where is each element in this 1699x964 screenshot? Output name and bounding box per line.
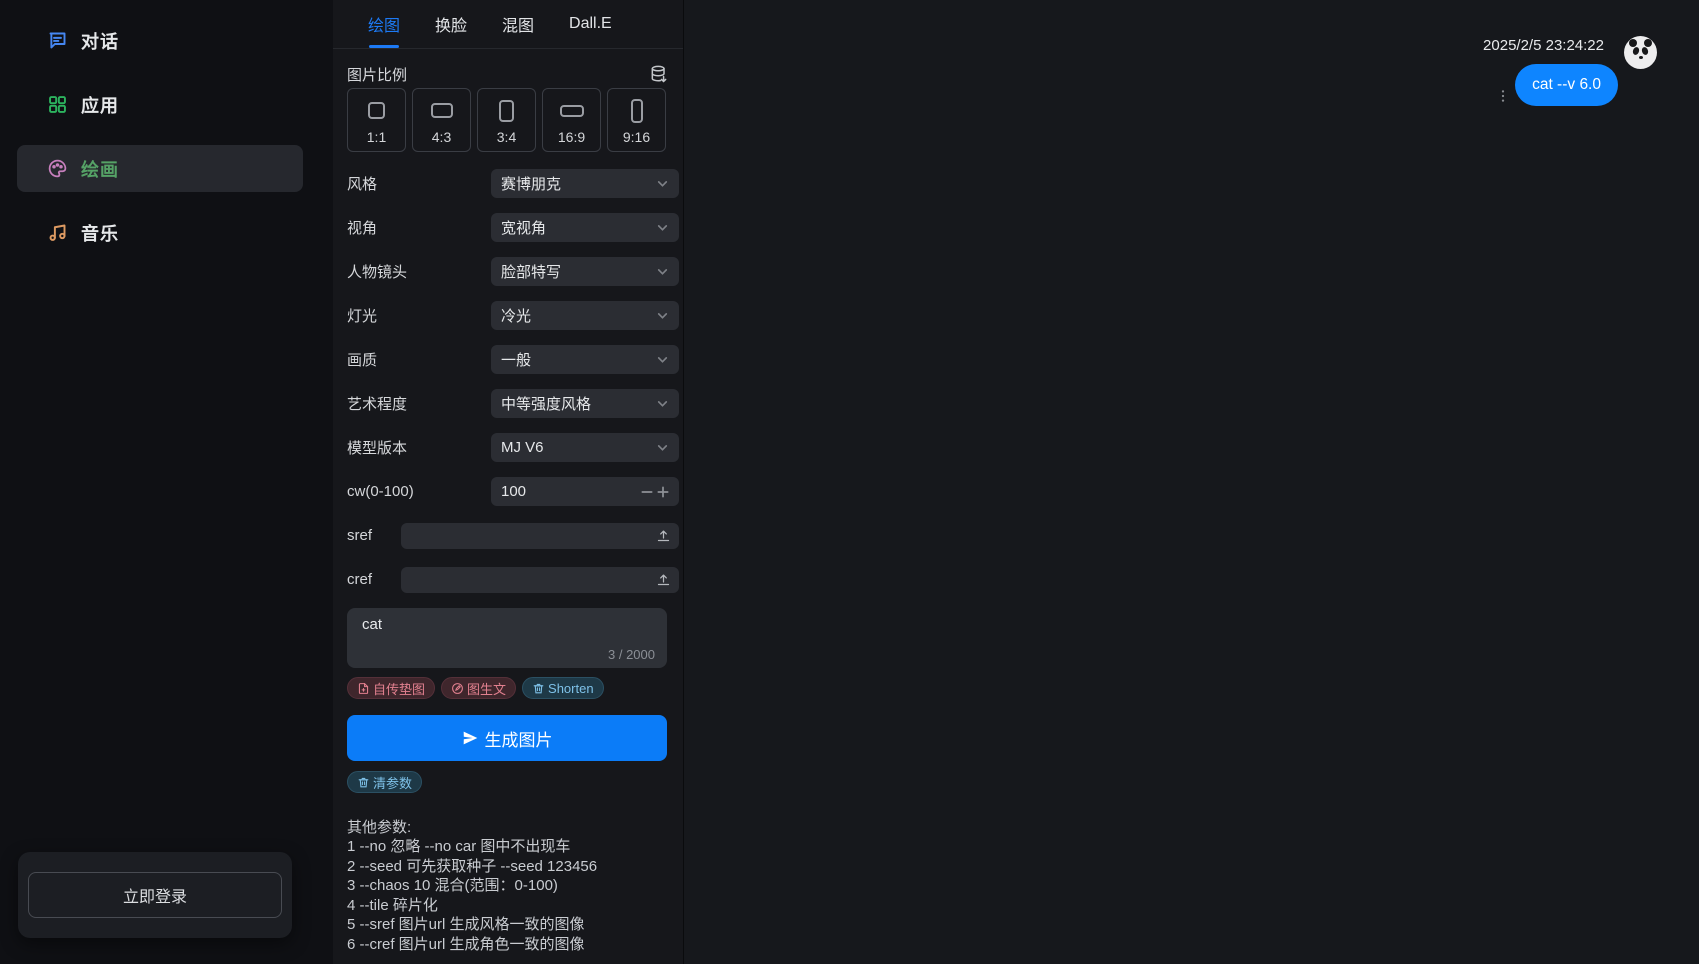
chat-bubble-icon — [47, 30, 68, 51]
model-version-label: 模型版本 — [347, 437, 407, 458]
tab-face-swap[interactable]: 换脸 — [435, 0, 467, 48]
user-message-bubble: cat --v 6.0 — [1515, 64, 1618, 106]
stylize-label: 艺术程度 — [347, 393, 407, 414]
pen-circle-icon — [451, 682, 464, 695]
ratio-3-4-icon — [499, 100, 514, 122]
character-counter: 3 / 2000 — [608, 647, 655, 662]
ratio-16-9-icon — [560, 105, 584, 117]
other-params-help: 其他参数: 1 --no 忽略 --no car 图中不出现车 2 --seed… — [347, 818, 669, 955]
sref-label: sref — [347, 527, 372, 544]
model-version-select[interactable]: MJ V6 — [491, 433, 679, 462]
chevron-down-icon — [656, 353, 669, 366]
message-timestamp: 2025/2/5 23:24:22 — [1483, 37, 1604, 54]
help-line: 5 --sref 图片url 生成风格一致的图像 — [347, 915, 669, 935]
plus-icon[interactable] — [655, 484, 671, 500]
tab-draw[interactable]: 绘图 — [368, 0, 400, 48]
prompt-input[interactable]: cat — [347, 608, 667, 646]
document-plus-icon — [357, 682, 370, 695]
message-menu-icon[interactable] — [1495, 86, 1511, 106]
aspect-ratio-3-4[interactable]: 3:4 — [477, 88, 536, 152]
login-button[interactable]: 立即登录 — [28, 872, 282, 918]
stylize-select[interactable]: 中等强度风格 — [491, 389, 679, 418]
character-shot-label: 人物镜头 — [347, 261, 407, 282]
ratio-1-1-icon — [368, 102, 385, 119]
style-label: 风格 — [347, 173, 377, 194]
chevron-down-icon — [656, 265, 669, 278]
chevron-down-icon — [656, 309, 669, 322]
drawing-settings-panel: 绘图 换脸 混图 Dall.E 图片比例 1:1 4:3 3:4 — [333, 0, 683, 964]
upload-icon[interactable] — [656, 572, 671, 587]
mode-tabs: 绘图 换脸 混图 Dall.E — [333, 0, 683, 49]
cw-label: cw(0-100) — [347, 483, 414, 500]
help-title: 其他参数: — [347, 818, 669, 838]
help-line: 3 --chaos 10 混合(范围：0-100) — [347, 876, 669, 896]
shorten-icon — [532, 682, 545, 695]
sidebar: 对话 应用 绘画 音乐 立即登录 — [0, 0, 333, 964]
sidebar-item-drawing[interactable]: 绘画 — [17, 145, 303, 192]
preset-import-icon[interactable] — [649, 64, 669, 84]
sidebar-item-label: 对话 — [81, 28, 119, 54]
sidebar-item-label: 音乐 — [81, 220, 119, 246]
sref-input[interactable] — [401, 523, 679, 549]
ratio-4-3-icon — [431, 103, 453, 118]
sidebar-item-apps[interactable]: 应用 — [17, 81, 303, 128]
image-to-text-tag[interactable]: 图生文 — [441, 677, 516, 699]
palette-icon — [47, 158, 68, 179]
minus-icon[interactable] — [639, 484, 655, 500]
paper-plane-icon — [462, 730, 478, 746]
chevron-down-icon — [656, 177, 669, 190]
upload-icon[interactable] — [656, 528, 671, 543]
help-line: 2 --seed 可先获取种子 --seed 123456 — [347, 857, 669, 877]
generate-image-button[interactable]: 生成图片 — [347, 715, 667, 761]
sidebar-item-label: 应用 — [81, 92, 119, 118]
view-angle-select[interactable]: 宽视角 — [491, 213, 679, 242]
help-line: 4 --tile 碎片化 — [347, 896, 669, 916]
quality-label: 画质 — [347, 349, 377, 370]
upload-pad-image-tag[interactable]: 自传垫图 — [347, 677, 435, 699]
chevron-down-icon — [656, 441, 669, 454]
aspect-ratio-group: 1:1 4:3 3:4 16:9 9:16 — [347, 88, 669, 152]
tab-dalle[interactable]: Dall.E — [569, 0, 612, 48]
user-avatar[interactable] — [1624, 36, 1657, 69]
help-line: 6 --cref 图片url 生成角色一致的图像 — [347, 935, 669, 955]
quality-select[interactable]: 一般 — [491, 345, 679, 374]
cref-input[interactable] — [401, 567, 679, 593]
aspect-ratio-label: 图片比例 — [347, 64, 407, 85]
sidebar-item-chat[interactable]: 对话 — [17, 17, 303, 64]
app-grid-icon — [47, 94, 68, 115]
cw-input[interactable] — [501, 483, 639, 500]
tab-blend[interactable]: 混图 — [502, 0, 534, 48]
login-card: 立即登录 — [18, 852, 292, 938]
music-note-icon — [47, 222, 68, 243]
cw-input-group — [491, 477, 679, 506]
sidebar-item-label: 绘画 — [81, 156, 119, 182]
view-angle-label: 视角 — [347, 217, 377, 238]
trash-icon — [357, 776, 370, 789]
help-line: 1 --no 忽略 --no car 图中不出现车 — [347, 837, 669, 857]
aspect-ratio-1-1[interactable]: 1:1 — [347, 88, 406, 152]
character-shot-select[interactable]: 脸部特写 — [491, 257, 679, 286]
ratio-9-16-icon — [631, 99, 643, 123]
chat-pane: 2025/2/5 23:24:22 cat --v 6.0 — [683, 0, 1699, 964]
aspect-ratio-4-3[interactable]: 4:3 — [412, 88, 471, 152]
aspect-ratio-16-9[interactable]: 16:9 — [542, 88, 601, 152]
chevron-down-icon — [656, 397, 669, 410]
prompt-box: cat 3 / 2000 — [347, 608, 667, 668]
sidebar-item-music[interactable]: 音乐 — [17, 209, 303, 256]
chevron-down-icon — [656, 221, 669, 234]
shorten-tag[interactable]: Shorten — [522, 677, 604, 699]
style-select[interactable]: 赛博朋克 — [491, 169, 679, 198]
lighting-label: 灯光 — [347, 305, 377, 326]
clear-params-tag[interactable]: 清参数 — [347, 771, 422, 793]
lighting-select[interactable]: 冷光 — [491, 301, 679, 330]
cref-label: cref — [347, 571, 372, 588]
aspect-ratio-9-16[interactable]: 9:16 — [607, 88, 666, 152]
